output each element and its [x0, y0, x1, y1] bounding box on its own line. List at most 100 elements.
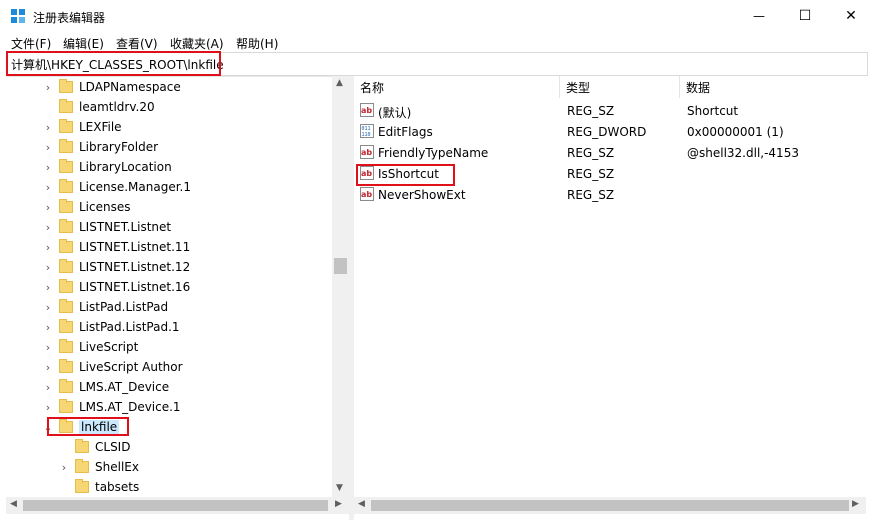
expand-arrow-icon[interactable]: ›	[41, 361, 55, 374]
value-row[interactable]: ab (默认) REG_SZ Shortcut	[354, 101, 866, 122]
menu-edit[interactable]: 编辑(E)	[63, 35, 104, 52]
key-tree[interactable]: › LDAPNamespace leamtldrv.20 › LEXFile › Libra…	[6, 76, 349, 498]
tree-item[interactable]: CLSID	[57, 437, 130, 457]
expand-arrow-icon[interactable]: ›	[41, 301, 55, 314]
tree-item[interactable]: › LiveScript Author	[41, 357, 183, 377]
tree-item[interactable]: tabsets	[57, 477, 139, 497]
menu-file[interactable]: 文件(F)	[11, 35, 51, 52]
value-name: IsShortcut	[378, 167, 439, 181]
tree-item[interactable]: › LISTNET.Listnet.12	[41, 257, 190, 277]
tree-scroll-thumb[interactable]	[334, 258, 347, 274]
scroll-down-icon[interactable]: ▼	[336, 483, 343, 493]
tree-item[interactable]: › ListPad.ListPad.1	[41, 317, 180, 337]
values-hscroll-thumb[interactable]	[371, 500, 849, 511]
expand-arrow-icon[interactable]: ›	[41, 261, 55, 274]
tree-item-label: leamtldrv.20	[79, 100, 155, 114]
tree-item-label: CLSID	[95, 440, 131, 454]
value-type: REG_SZ	[567, 167, 615, 181]
tree-item[interactable]: › LibraryFolder	[41, 137, 158, 157]
title-bar: 注册表编辑器 — ☐ ✕	[0, 0, 874, 32]
tree-item-label: LiveScript	[79, 340, 139, 354]
tree-item-label: LDAPNamespace	[79, 80, 181, 94]
expand-arrow-icon[interactable]: ›	[41, 241, 55, 254]
scroll-right-icon[interactable]: ▶	[335, 499, 342, 509]
tree-item-label: LibraryLocation	[79, 160, 172, 174]
tree-item[interactable]: › Licenses	[41, 197, 131, 217]
tree-item[interactable]: › LiveScript	[41, 337, 138, 357]
expand-arrow-icon[interactable]: ›	[41, 81, 55, 94]
close-button[interactable]: ✕	[828, 0, 874, 32]
address-bar[interactable]: 计算机\HKEY_CLASSES_ROOT\lnkfile	[6, 52, 868, 76]
expand-arrow-icon[interactable]: ›	[41, 341, 55, 354]
expand-arrow-icon[interactable]: ›	[41, 381, 55, 394]
scroll-left-icon[interactable]: ◀	[358, 499, 365, 509]
folder-icon	[59, 139, 73, 153]
tree-hscroll-thumb[interactable]	[23, 500, 328, 511]
scroll-up-icon[interactable]: ▲	[336, 78, 343, 88]
window-title: 注册表编辑器	[33, 11, 106, 25]
tree-item-label: ListPad.ListPad.1	[79, 320, 180, 334]
maximize-button[interactable]: ☐	[782, 0, 828, 32]
menu-favorites[interactable]: 收藏夹(A)	[170, 35, 224, 52]
value-name: NeverShowExt	[378, 188, 466, 202]
expand-arrow-icon[interactable]: ›	[41, 201, 55, 214]
tree-item[interactable]: › LMS.AT_Device.1	[41, 397, 181, 417]
expand-arrow-icon[interactable]: ›	[41, 141, 55, 154]
tree-item-label: LiveScript Author	[79, 360, 183, 374]
value-row[interactable]: ab FriendlyTypeName REG_SZ @shell32.dll,-41…	[354, 143, 866, 164]
value-row[interactable]: 011 110 EditFlags REG_DWORD 0x00000001 (1)	[354, 122, 866, 143]
tree-item[interactable]: › LMS.AT_Device	[41, 377, 169, 397]
expand-arrow-icon[interactable]: ⌄	[41, 421, 55, 434]
expand-arrow-icon[interactable]: ›	[57, 461, 71, 474]
column-type[interactable]: 类型	[560, 76, 680, 98]
folder-icon	[75, 459, 89, 473]
tree-item-label: Licenses	[79, 200, 131, 214]
expand-arrow-icon[interactable]: ›	[41, 321, 55, 334]
tree-item[interactable]: leamtldrv.20	[41, 97, 155, 117]
tree-item-label: LibraryFolder	[79, 140, 159, 154]
folder-icon	[59, 399, 73, 413]
minimize-icon: —	[753, 9, 765, 23]
scroll-right-icon[interactable]: ▶	[852, 499, 859, 509]
expand-arrow-icon[interactable]: ›	[41, 181, 55, 194]
tree-horizontal-scrollbar[interactable]: ◀ ▶	[6, 497, 349, 514]
column-name[interactable]: 名称	[354, 76, 560, 98]
expand-arrow-icon[interactable]: ›	[41, 161, 55, 174]
tree-item[interactable]: › LDAPNamespace	[41, 77, 181, 97]
tree-item[interactable]: ⌄ lnkfile	[41, 417, 120, 437]
expand-arrow-icon[interactable]: ›	[41, 121, 55, 134]
tree-item[interactable]: › LibraryLocation	[41, 157, 172, 177]
folder-icon	[59, 219, 73, 233]
string-value-icon: ab	[360, 145, 374, 159]
folder-icon	[59, 419, 73, 433]
folder-icon	[59, 359, 73, 373]
tree-item[interactable]: › ShellEx	[57, 457, 139, 477]
folder-icon	[59, 299, 73, 313]
value-data: Shortcut	[687, 104, 739, 118]
value-list[interactable]: 名称 类型 数据 ab (默认) REG_SZ Shortcut 011 110 EditF…	[354, 76, 866, 497]
expand-arrow-icon[interactable]: ›	[41, 221, 55, 234]
menu-view[interactable]: 查看(V)	[116, 35, 158, 52]
expand-arrow-icon[interactable]: ›	[41, 281, 55, 294]
tree-item[interactable]: › LISTNET.Listnet.16	[41, 277, 190, 297]
tree-item[interactable]: › LEXFile	[41, 117, 122, 137]
scroll-left-icon[interactable]: ◀	[10, 499, 17, 509]
tree-item[interactable]: › LISTNET.Listnet.11	[41, 237, 190, 257]
tree-item[interactable]: › LISTNET.Listnet	[41, 217, 171, 237]
value-data: @shell32.dll,-4153	[687, 146, 799, 160]
value-row[interactable]: ab IsShortcut REG_SZ	[354, 164, 866, 185]
svg-text:110: 110	[362, 132, 371, 138]
value-row[interactable]: ab NeverShowExt REG_SZ	[354, 185, 866, 206]
value-type: REG_SZ	[567, 104, 615, 118]
tree-item[interactable]: › License.Manager.1	[41, 177, 191, 197]
minimize-button[interactable]: —	[736, 0, 782, 32]
expand-arrow-icon[interactable]: ›	[41, 401, 55, 414]
tree-item-label: LISTNET.Listnet.16	[79, 280, 191, 294]
column-data[interactable]: 数据	[680, 76, 866, 98]
tree-item[interactable]: › ListPad.ListPad	[41, 297, 168, 317]
folder-icon	[59, 99, 73, 113]
values-horizontal-scrollbar[interactable]: ◀ ▶	[354, 497, 866, 514]
tree-vertical-scrollbar[interactable]: ▲ ▼	[332, 76, 349, 497]
string-value-icon: ab	[360, 166, 374, 180]
menu-help[interactable]: 帮助(H)	[236, 35, 278, 52]
